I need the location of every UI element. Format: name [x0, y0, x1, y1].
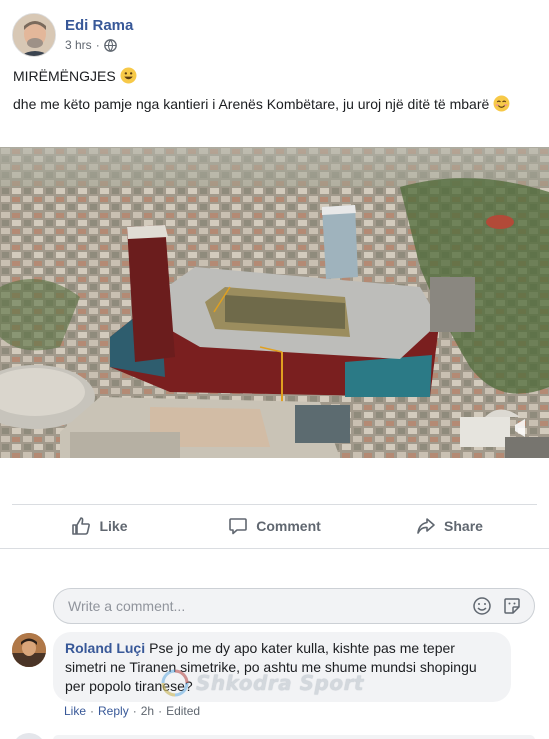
post-text: MIRËMËNGJES dhe me këto pamje nga kantie… [13, 66, 536, 122]
separator-dot: · [90, 704, 95, 718]
post-text-line2: dhe me këto pamje nga kantieri i Arenës … [13, 94, 536, 114]
watermark-logo-icon [161, 669, 189, 697]
actions-divider [12, 504, 537, 505]
post-author-name[interactable]: Edi Rama [65, 16, 133, 36]
comment-label: Comment [256, 518, 321, 534]
watermark-text: Shkodra Sport [196, 671, 364, 695]
comment-reply-link[interactable]: Reply [98, 704, 129, 718]
comment-time[interactable]: 2h [141, 704, 154, 718]
sticker-icon[interactable] [502, 596, 522, 616]
post-greeting: MIRËMËNGJES [13, 68, 116, 84]
post-message: dhe me këto pamje nga kantieri i Arenës … [13, 96, 490, 112]
comments-divider [0, 548, 549, 549]
separator-dot: · [158, 704, 163, 718]
grinning-emoji-icon [120, 67, 137, 84]
post-timestamp[interactable]: 3 hrs [65, 36, 92, 54]
comment-composer [53, 588, 535, 624]
meta-separator: · [95, 38, 100, 52]
like-button[interactable]: Like [12, 508, 187, 544]
post-header: Edi Rama 3 hrs · [12, 12, 133, 58]
composer-icons [472, 596, 522, 616]
comment-actions: Like · Reply · 2h · Edited [64, 704, 200, 718]
comment-like-link[interactable]: Like [64, 704, 86, 718]
globe-icon[interactable] [103, 38, 117, 52]
share-icon [417, 518, 435, 534]
post-meta: 3 hrs · [65, 36, 133, 54]
thumbs-up-icon [72, 517, 91, 535]
like-label: Like [99, 518, 128, 534]
emoji-icon[interactable] [472, 596, 492, 616]
post-actions-bar: Like Comment Share [12, 508, 537, 544]
next-commenter-avatar [12, 733, 46, 739]
share-button[interactable]: Share [362, 508, 537, 544]
commenter-name[interactable]: Roland Luçi [65, 640, 145, 656]
post-text-line1: MIRËMËNGJES [13, 66, 536, 86]
share-label: Share [444, 518, 483, 534]
commenter-avatar[interactable] [12, 633, 46, 667]
comment-button[interactable]: Comment [187, 508, 362, 544]
next-comment-bubble [53, 735, 535, 739]
comment-edited-label[interactable]: Edited [166, 704, 200, 718]
post-photo[interactable] [0, 147, 549, 458]
comment-icon [229, 518, 248, 535]
author-avatar[interactable] [12, 13, 56, 57]
separator-dot: · [132, 704, 137, 718]
smiling-emoji-icon [493, 95, 510, 112]
watermark: Shkodra Sport [160, 668, 364, 698]
comment-input[interactable] [68, 598, 472, 614]
